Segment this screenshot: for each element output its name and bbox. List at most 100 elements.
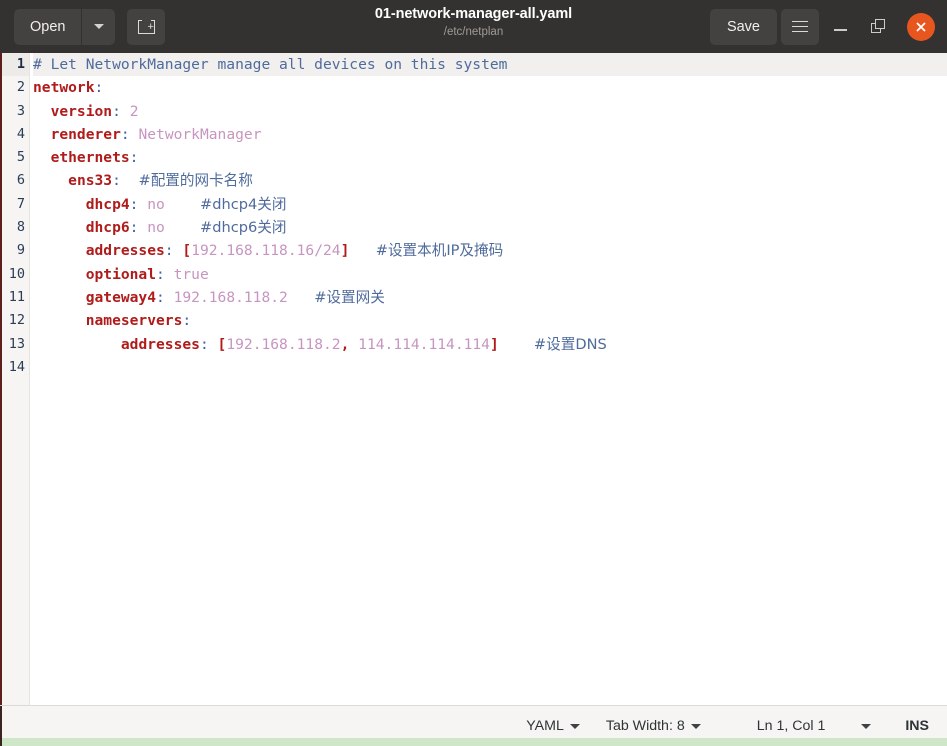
code-line[interactable]: addresses: [192.168.118.2, 114.114.114.1…: [33, 333, 947, 356]
code-token: #dhcp4关闭: [199, 195, 287, 213]
code-token: ]: [489, 335, 499, 353]
maximize-button[interactable]: [861, 10, 895, 44]
code-token: gateway4: [85, 288, 157, 306]
code-token: :: [120, 125, 130, 143]
code-token: :: [94, 79, 104, 97]
open-dropdown-button[interactable]: [81, 8, 116, 45]
code-token: NetworkManager: [138, 125, 262, 143]
language-selector[interactable]: YAML: [526, 718, 580, 734]
code-token: network: [33, 79, 95, 97]
desktop-bottom-strip: [0, 738, 947, 746]
status-bar-items: YAML Tab Width: 8 Ln 1, Col 1 INS: [526, 718, 947, 734]
code-token: [: [182, 242, 192, 260]
line-number: 5: [16, 149, 25, 166]
line-number: 12: [8, 312, 25, 329]
chevron-down-icon: [690, 723, 701, 729]
code-token: true: [173, 265, 209, 283]
window-left-edge-bottom: [0, 706, 2, 746]
code-token: :: [199, 335, 209, 353]
code-token: #配置的网卡名称: [138, 172, 253, 190]
code-token: #dhcp6关闭: [199, 219, 287, 237]
code-token: 192.168.118.2: [226, 335, 341, 353]
code-line[interactable]: addresses: [192.168.118.16/24] #设置本机IP及掩…: [33, 239, 947, 262]
code-token: #设置DNS: [533, 335, 607, 353]
minimize-button[interactable]: [823, 10, 857, 44]
code-token: ethernets: [50, 149, 130, 167]
titlebar-right-actions: Save: [709, 8, 937, 45]
code-line[interactable]: ens33: #配置的网卡名称: [33, 169, 947, 192]
new-file-button[interactable]: +: [127, 8, 166, 45]
code-line[interactable]: # Let NetworkManager manage all devices …: [33, 53, 947, 77]
code-token: 2: [129, 102, 139, 120]
code-token: # Let NetworkManager manage all devices …: [33, 56, 508, 73]
code-token: :: [129, 149, 139, 167]
code-token: :: [182, 312, 192, 330]
maximize-icon: [870, 19, 886, 34]
open-button[interactable]: Open: [14, 8, 82, 45]
line-number: 6: [16, 172, 25, 189]
code-line[interactable]: version: 2: [33, 100, 947, 123]
code-token: :: [156, 265, 165, 283]
language-label: YAML: [526, 718, 564, 734]
close-icon: [916, 21, 926, 32]
code-token: #设置本机IP及掩码: [375, 242, 504, 260]
chevron-down-icon: [569, 723, 580, 729]
code-line[interactable]: network:: [33, 76, 947, 99]
line-number: 14: [8, 358, 25, 375]
code-line[interactable]: dhcp4: no #dhcp4关闭: [33, 193, 947, 216]
code-line[interactable]: optional: true: [33, 263, 947, 286]
code-token: dhcp6: [85, 219, 130, 237]
main-menu-button[interactable]: [781, 8, 819, 45]
line-number: 8: [16, 219, 25, 236]
code-line[interactable]: dhcp6: no #dhcp6关闭: [33, 216, 947, 239]
text-editor-window: Open + 01-network-manager-all.yaml /etc/…: [0, 0, 947, 746]
code-line[interactable]: nameservers:: [33, 309, 947, 332]
code-token: no: [147, 219, 165, 237]
editor-area[interactable]: 1 2 3 4 5 6 7 8 9 10 11 12 13 14 # Let NetworkManager…: [0, 53, 947, 705]
hamburger-menu-icon: [792, 20, 808, 33]
titlebar-left-actions: Open +: [14, 8, 166, 45]
tab-width-label: Tab Width: 8: [605, 718, 685, 734]
code-token: #设置网关: [314, 288, 385, 306]
code-token: :: [164, 242, 174, 260]
code-token: optional: [85, 265, 157, 283]
line-number-gutter: 1 2 3 4 5 6 7 8 9 10 11 12 13 14: [0, 53, 30, 705]
save-button[interactable]: Save: [709, 8, 777, 45]
chevron-down-icon: [93, 24, 104, 29]
close-button[interactable]: [907, 12, 935, 41]
tab-width-selector[interactable]: Tab Width: 8: [606, 718, 701, 734]
code-token: addresses: [120, 335, 200, 353]
code-line[interactable]: ethernets:: [33, 146, 947, 169]
code-line[interactable]: renderer: NetworkManager: [33, 123, 947, 146]
cursor-position[interactable]: Ln 1, Col 1: [757, 718, 826, 734]
insert-mode-indicator[interactable]: INS: [905, 718, 929, 734]
code-token: addresses: [85, 242, 165, 260]
window-titlebar: Open + 01-network-manager-all.yaml /etc/…: [0, 0, 947, 53]
cursor-position-chevron-down-icon[interactable]: [861, 723, 872, 729]
code-content[interactable]: # Let NetworkManager manage all devices …: [30, 53, 947, 705]
code-token: version: [50, 102, 113, 120]
minimize-icon: [833, 29, 847, 31]
code-line[interactable]: gateway4: 192.168.118.2 #设置网关: [33, 286, 947, 309]
line-number: 13: [8, 335, 25, 352]
code-token: renderer: [50, 125, 121, 143]
code-line[interactable]: [33, 356, 947, 379]
line-number: 3: [16, 102, 25, 119]
line-number: 7: [16, 195, 25, 212]
